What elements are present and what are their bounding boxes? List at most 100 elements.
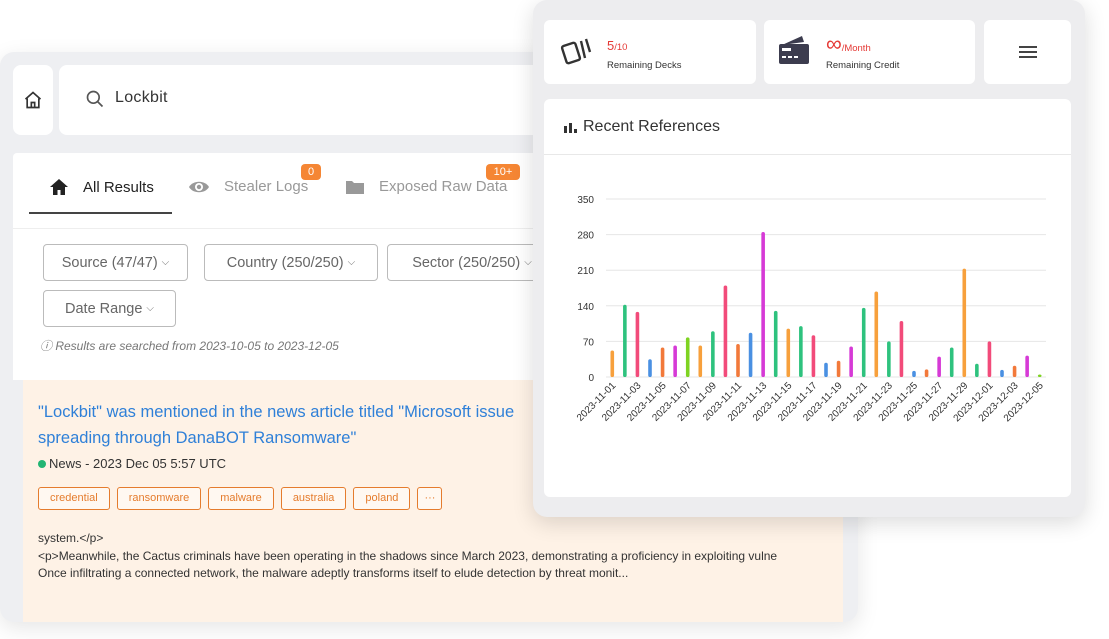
credit-unit: /Month <box>841 43 871 54</box>
tag-list: credential ransomware malware australia … <box>38 487 443 510</box>
more-tags-button[interactable]: ··· <box>417 487 443 510</box>
tag-poland[interactable]: poland <box>353 487 411 510</box>
credit-value: ∞ <box>826 31 842 56</box>
bar-2023-11-25 <box>912 370 916 377</box>
bar-2023-11-01 <box>610 350 615 377</box>
chevron-down-icon: ⌵ <box>347 257 356 268</box>
bar-2023-11-02 <box>623 304 627 377</box>
bar-2023-11-08 <box>698 345 703 377</box>
y-tick-label: 70 <box>583 337 595 348</box>
cards-icon <box>560 38 592 65</box>
chevron-down-icon: ⌵ <box>146 303 154 314</box>
active-tab-underline <box>29 212 172 214</box>
tag-credential[interactable]: credential <box>38 487 110 510</box>
recent-references-card: Recent References 0 70 140 210 280 350 2023-11… <box>544 99 1071 497</box>
bar-2023-11-16 <box>799 326 803 377</box>
credit-label: Remaining Credit <box>826 60 900 71</box>
credit-amount: ∞/Month <box>826 31 871 56</box>
excerpt-line: Once infiltrating a connected network, t… <box>38 566 629 580</box>
search-bar[interactable]: Lockbit <box>59 65 579 135</box>
bar-2023-11-11 <box>736 343 740 377</box>
dashboard-panel: 5/10 Remaining Decks ∞/Month Remaining C… <box>533 0 1085 517</box>
search-range-note: ⓘ Results are searched from 2023-10-05 t… <box>40 339 339 353</box>
bar-2023-11-19 <box>836 360 841 377</box>
bar-2023-11-14 <box>773 310 778 377</box>
bar-2023-11-04 <box>648 359 652 377</box>
status-dot-icon <box>38 459 46 468</box>
home-icon <box>50 179 68 195</box>
bar-2023-11-06 <box>673 345 677 377</box>
bar-2023-11-07 <box>685 337 690 377</box>
bar-2023-12-01 <box>987 341 992 377</box>
bar-2023-11-24 <box>899 321 904 377</box>
tab-all-results[interactable]: All Results <box>49 178 154 196</box>
decks-count: 5/10 <box>607 38 627 53</box>
search-input[interactable]: Lockbit <box>115 89 168 107</box>
bar-2023-12-02 <box>1000 369 1004 377</box>
bar-2023-11-15 <box>786 328 791 377</box>
count-badge: 0 <box>301 164 321 180</box>
bar-2023-11-05 <box>660 347 665 377</box>
result-meta: News - 2023 Dec 05 5:57 UTC <box>38 456 226 471</box>
hamburger-menu-icon <box>1018 46 1037 58</box>
bar-2023-11-22 <box>874 291 879 377</box>
source-filter[interactable]: Source (47/47) ⌵ <box>43 244 188 281</box>
result-excerpt: system.</p> <p>Meanwhile, the Cactus cri… <box>38 530 838 583</box>
bar-2023-11-23 <box>887 341 891 377</box>
y-tick-label: 0 <box>588 373 594 384</box>
tag-malware[interactable]: malware <box>208 487 274 510</box>
filter-label: Source (47/47) <box>61 254 158 271</box>
decks-label: Remaining Decks <box>607 60 682 71</box>
excerpt-line: system.</p> <box>38 531 104 545</box>
y-tick-label: 350 <box>577 195 594 206</box>
decks-total: /10 <box>614 42 628 53</box>
bar-2023-11-30 <box>975 363 979 377</box>
tab-stealer-logs[interactable]: Stealer Logs 0 <box>188 164 321 195</box>
result-title-line: "Lockbit" was mentioned in the news arti… <box>38 403 515 421</box>
count-badge: 10+ <box>486 164 520 180</box>
remaining-credit-card: ∞/Month Remaining Credit <box>764 20 975 84</box>
bar-2023-11-03 <box>635 311 640 377</box>
filter-label: Date Range <box>65 300 143 317</box>
tab-label: Stealer Logs <box>224 178 309 195</box>
bar-2023-11-21 <box>861 307 866 377</box>
home-icon <box>24 91 42 109</box>
result-title-link[interactable]: "Lockbit" was mentioned in the news arti… <box>38 399 578 451</box>
bar-2023-11-27 <box>937 356 941 377</box>
search-icon <box>86 90 104 108</box>
bar-2023-11-18 <box>824 362 828 377</box>
y-tick-label: 210 <box>577 266 594 277</box>
filter-label: Country (250/250) <box>226 254 344 271</box>
tab-exposed-raw-data[interactable]: Exposed Raw Data 10+ <box>345 164 520 195</box>
bar-2023-12-05 <box>1037 374 1042 377</box>
bar-2023-11-12 <box>748 332 753 377</box>
bar-2023-11-28 <box>949 347 954 377</box>
tag-ransomware[interactable]: ransomware <box>116 487 202 510</box>
date-range-filter[interactable]: Date Range ⌵ <box>43 290 176 327</box>
excerpt-line: <p>Meanwhile, the Cactus criminals have … <box>38 548 778 563</box>
filter-label: Sector (250/250) <box>412 254 521 271</box>
bar-2023-11-26 <box>924 369 929 377</box>
tag-australia[interactable]: australia <box>280 487 347 510</box>
sector-filter[interactable]: Sector (250/250) ⌵ <box>387 244 557 281</box>
result-source-date: News - 2023 Dec 05 5:57 UTC <box>49 456 227 471</box>
bar-2023-11-20 <box>849 346 853 377</box>
chevron-down-icon: ⌵ <box>161 257 170 268</box>
bar-2023-12-04 <box>1025 355 1029 377</box>
result-title-line: spreading through DanaBOT Ransomware" <box>38 429 357 447</box>
recent-references-chart: 0701402102803502023-11-012023-11-032023-… <box>575 195 1046 424</box>
chevron-down-icon: ⌵ <box>524 257 532 268</box>
y-tick-label: 140 <box>577 302 594 313</box>
eye-icon <box>189 181 209 192</box>
tab-label: All Results <box>83 178 154 196</box>
home-button[interactable] <box>13 65 53 135</box>
y-tick-label: 280 <box>577 231 594 242</box>
remaining-decks-card: 5/10 Remaining Decks <box>544 20 756 84</box>
menu-button[interactable] <box>984 20 1071 84</box>
tab-label: Exposed Raw Data <box>379 178 508 195</box>
country-filter[interactable]: Country (250/250) ⌵ <box>204 244 378 281</box>
bar-2023-11-29 <box>962 268 967 377</box>
folder-icon <box>346 180 364 194</box>
bar-2023-11-17 <box>811 335 816 377</box>
credit-card-icon <box>779 36 809 64</box>
